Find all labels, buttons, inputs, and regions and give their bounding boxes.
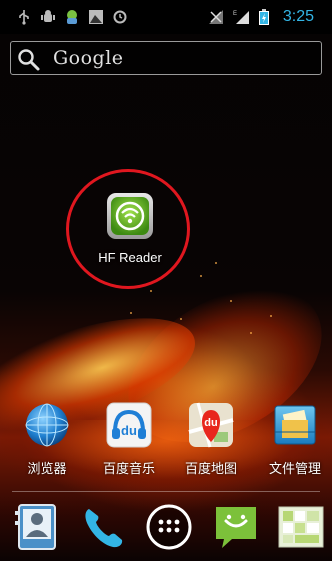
- app-drawer-icon[interactable]: [145, 503, 193, 551]
- photo-notification-icon: [89, 10, 103, 24]
- wallpaper-spark: [270, 315, 272, 317]
- home-screen: E 3:25 Google HF Reader 浏览器 du 百度音乐 du 百…: [0, 0, 332, 561]
- android-notification-icon: [67, 10, 77, 24]
- messaging-icon[interactable]: [212, 503, 260, 551]
- wallpaper-spark: [230, 300, 232, 302]
- app-baidu-music[interactable]: du 百度音乐: [88, 398, 170, 482]
- hotseat-divider: [12, 491, 320, 492]
- app-label: 浏览器: [27, 462, 67, 477]
- alarm-notification-icon: [113, 10, 127, 24]
- wallpaper-spark: [250, 332, 252, 334]
- globe-icon: [25, 403, 69, 447]
- wallpaper-spark: [200, 275, 202, 277]
- file-manager-icon: [274, 405, 316, 445]
- signal-strength-icon: E: [233, 11, 249, 24]
- wallpaper-spark: [130, 312, 132, 314]
- clock-time: 3:25: [282, 8, 314, 25]
- baidu-map-icon: du: [188, 402, 234, 448]
- svg-text:du: du: [204, 417, 217, 429]
- contacts-icon[interactable]: [13, 503, 61, 551]
- app-label: 百度音乐: [102, 462, 155, 477]
- gallery-icon[interactable]: [277, 503, 325, 551]
- phone-icon[interactable]: [79, 503, 127, 551]
- wallpaper-spark: [150, 290, 152, 292]
- search-icon: [18, 49, 40, 71]
- android-debug-icon: [41, 10, 55, 22]
- app-baidu-map[interactable]: du 百度地图: [170, 398, 252, 482]
- usb-icon: [19, 10, 29, 25]
- baidu-music-icon: du: [106, 402, 152, 448]
- app-label: 文件管理: [268, 462, 321, 477]
- highlight-circle: [66, 169, 190, 289]
- svg-text:du: du: [121, 423, 137, 438]
- svg-text:E: E: [233, 11, 237, 17]
- wallpaper-spark: [215, 262, 217, 264]
- google-search-bar[interactable]: Google: [10, 41, 322, 75]
- status-bar[interactable]: E 3:25: [0, 0, 332, 34]
- app-label: 百度地图: [184, 462, 237, 477]
- search-label: Google: [53, 47, 124, 69]
- no-signal-icon: [209, 10, 223, 24]
- app-browser[interactable]: 浏览器: [6, 398, 88, 482]
- app-file-manager[interactable]: 文件管理: [254, 398, 332, 482]
- battery-charging-icon: [259, 9, 269, 25]
- wallpaper-spark: [180, 318, 182, 320]
